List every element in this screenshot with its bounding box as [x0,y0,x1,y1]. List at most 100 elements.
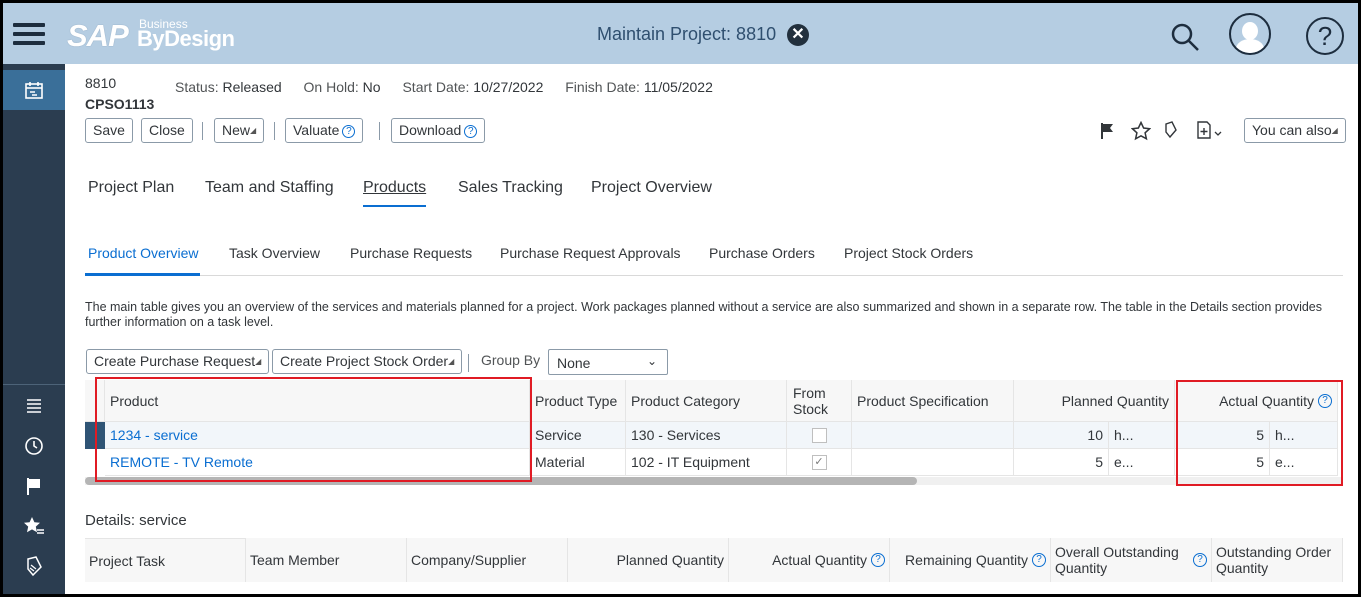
col-product-category[interactable]: Product Category [626,380,787,422]
menu-icon[interactable] [13,23,45,45]
table-row-planned: 5 [1014,449,1109,476]
subtab-product-overview[interactable]: Product Overview [88,245,198,261]
help-circle-icon: ? [464,125,478,138]
group-by-select[interactable]: None ⌄ [548,349,668,375]
tag-icon[interactable] [3,546,65,586]
toolbar-separator [202,122,203,140]
help-circle-icon: ? [342,125,356,138]
rail-divider [3,384,65,385]
page-title: Maintain Project: 8810 [597,24,777,44]
col-from-stock[interactable]: From Stock [787,380,852,422]
star-icon[interactable] [1131,121,1151,141]
tab-project-plan[interactable]: Project Plan [88,179,174,197]
col-product-specification[interactable]: Product Specification [852,380,1014,422]
toolbar-separator [379,122,380,140]
row-selected-indicator[interactable] [85,422,105,449]
row-selector-header [85,380,105,422]
create-project-stock-order-button[interactable]: Create Project Stock Order◢ [272,349,463,374]
subtab-divider [85,275,1343,276]
finish-date-label: Finish Date: [565,79,640,95]
list-icon[interactable] [3,386,65,426]
tag-icon[interactable] [1163,120,1179,140]
row-selector[interactable] [85,449,105,476]
subtab-purchase-orders[interactable]: Purchase Orders [709,245,815,261]
table-row-category: 130 - Services [626,422,787,449]
horizontal-scrollbar[interactable] [85,477,1343,485]
project-code: CPSO1113 [85,96,155,112]
col-planned-quantity[interactable]: Planned Quantity [1014,380,1175,422]
col-product[interactable]: Product [105,380,530,422]
col-remaining-quantity[interactable]: Remaining Quantity? [890,538,1051,582]
description-text: The main table gives you an overview of … [85,300,1323,329]
checkbox-unchecked [811,427,827,443]
tab-project-overview[interactable]: Project Overview [591,179,712,197]
add-note-chevron-icon[interactable] [1195,120,1223,140]
tab-team-and-staffing[interactable]: Team and Staffing [205,179,334,197]
new-button[interactable]: New◢ [214,118,265,143]
help-circle-icon[interactable]: ? [1193,553,1207,567]
help-circle-icon[interactable]: ? [1318,393,1332,408]
col-company-supplier[interactable]: Company/Supplier [407,538,568,582]
table-row-actual: 5 [1175,449,1270,476]
project-id: 8810 [85,75,117,91]
valuate-button[interactable]: Valuate? [285,118,364,143]
table-row-type: Material [530,449,626,476]
help-circle-icon[interactable]: ? [1032,553,1046,567]
avatar[interactable] [1229,13,1271,55]
subtab-purchase-requests[interactable]: Purchase Requests [350,245,472,261]
clock-icon[interactable] [3,426,65,466]
table-row-actual: 5 [1175,422,1270,449]
close-button[interactable]: Close [141,118,193,143]
table-row-planned: 10 [1014,422,1109,449]
table-row-from-stock: ✓ [787,449,852,476]
create-purchase-request-button[interactable]: Create Purchase Request◢ [86,349,270,374]
table-row-product[interactable]: REMOTE - TV Remote [105,449,530,476]
onhold-value: No [362,79,381,95]
toolbar-separator [468,354,469,372]
flag-icon[interactable] [3,466,65,506]
col-outstanding-order-quantity[interactable]: Outstanding Order Quantity [1212,538,1343,582]
table-row-from-stock [787,422,852,449]
subtab-indicator [85,273,200,276]
subtab-purchase-request-approvals[interactable]: Purchase Request Approvals [500,245,681,261]
close-circle-icon[interactable]: ✕ [787,24,809,46]
search-icon[interactable] [1169,21,1201,53]
save-button[interactable]: Save [85,118,133,143]
status-label: Status: [175,79,219,95]
table-row-type: Service [530,422,626,449]
table-row-spec [852,422,1014,449]
help-icon[interactable]: ? [1306,17,1344,55]
table-row-planned-unit: e... [1109,449,1175,476]
col-planned-quantity[interactable]: Planned Quantity [568,538,729,582]
finish-date-value: 11/05/2022 [643,79,713,95]
subtab-project-stock-orders[interactable]: Project Stock Orders [844,245,973,261]
help-circle-icon[interactable]: ? [871,553,885,567]
content-area: 8810 CPSO1113 Status: Released On Hold: … [65,64,1358,594]
header-status-line: Status: Released On Hold: No Start Date:… [175,79,731,95]
col-overall-outstanding-quantity[interactable]: Overall Outstanding Quantity? [1051,538,1212,582]
group-by-label: Group By [481,352,541,368]
col-product-type[interactable]: Product Type [530,380,626,422]
download-button[interactable]: Download? [391,118,486,143]
col-actual-quantity[interactable]: Actual Quantity? [1175,380,1338,422]
checkbox-checked: ✓ [811,454,827,470]
chevron-down-icon: ⌄ [646,354,657,368]
onhold-label: On Hold: [303,79,359,95]
scrollbar-thumb[interactable] [85,477,917,485]
subtab-task-overview[interactable]: Task Overview [229,245,320,261]
flag-icon[interactable] [1100,122,1116,140]
toolbar-separator [274,122,275,140]
tab-sales-tracking[interactable]: Sales Tracking [458,179,563,197]
table-row-planned-unit: h... [1109,422,1175,449]
table-row-actual-unit: e... [1270,449,1338,476]
table-row-product[interactable]: 1234 - service [105,422,530,449]
col-project-task[interactable]: Project Task [85,538,246,582]
favorites-icon[interactable] [3,506,65,546]
tab-products[interactable]: Products [363,179,427,207]
col-team-member[interactable]: Team Member [246,538,407,582]
you-can-also-button[interactable]: You can also◢ [1244,118,1346,143]
status-value: Released [222,79,282,95]
col-actual-quantity[interactable]: Actual Quantity? [729,538,890,582]
project-calendar-icon[interactable] [3,70,65,110]
shell-bar: SAP Business ByDesign Maintain Project: … [3,3,1358,64]
